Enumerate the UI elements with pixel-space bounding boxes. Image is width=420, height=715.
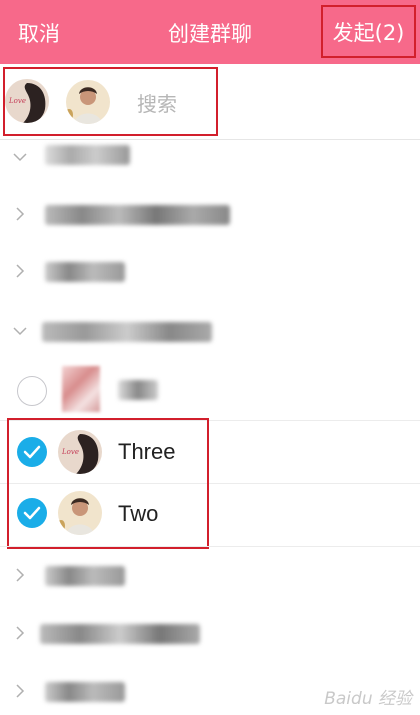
group-row[interactable] [0, 140, 420, 190]
contact-name-blurred [118, 380, 158, 400]
unchecked-circle[interactable] [17, 376, 47, 406]
selected-avatar-three[interactable]: Love [5, 79, 49, 123]
group-label-blurred [42, 322, 212, 342]
search-input[interactable]: 搜索 [137, 88, 177, 117]
group-label-blurred [45, 262, 125, 282]
watermark-logo: Baidu 经验 [324, 689, 412, 709]
avatar-blurred [62, 366, 100, 412]
group-row[interactable] [0, 300, 420, 360]
chevron-right-icon [16, 207, 25, 221]
chevron-down-icon [13, 327, 27, 336]
group-label-blurred [45, 205, 230, 225]
chevron-right-icon [16, 264, 25, 278]
chevron-right-icon [16, 626, 25, 640]
contact-row[interactable] [0, 360, 420, 420]
nav-bar: 取消 创建群聊 发起(2) [0, 0, 420, 64]
start-button[interactable]: 发起(2) [321, 5, 416, 58]
selected-members-search-bar: Love 搜索 [0, 64, 420, 140]
group-label-blurred [45, 566, 125, 586]
chevron-down-icon [13, 153, 27, 162]
chevron-right-icon [16, 684, 25, 698]
chevron-right-icon [16, 568, 25, 582]
group-label-blurred [40, 624, 200, 644]
group-label-blurred [45, 682, 125, 702]
group-row[interactable] [0, 546, 420, 602]
group-row[interactable] [0, 190, 420, 240]
svg-text:Love: Love [8, 97, 26, 105]
create-group-chat-screen: 取消 创建群聊 发起(2) Love 搜索 Love Three Two Bai… [0, 0, 420, 715]
selected-avatar-two[interactable] [66, 80, 110, 124]
group-label-blurred [45, 145, 130, 165]
group-row[interactable] [0, 602, 420, 662]
highlight-box [7, 418, 209, 549]
group-row[interactable] [0, 240, 420, 300]
